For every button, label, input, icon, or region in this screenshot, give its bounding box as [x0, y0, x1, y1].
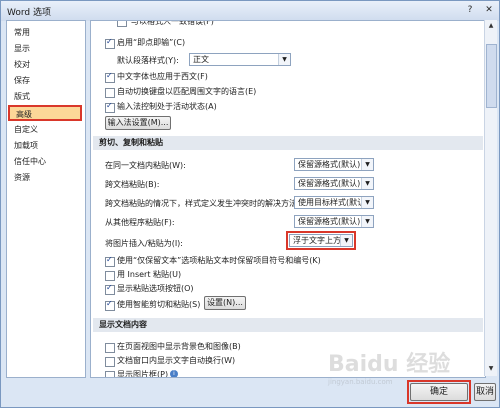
section-show-doc-content: 显示文档内容 — [93, 318, 483, 332]
chevron-down-icon: ▼ — [361, 216, 373, 227]
sidebar-item-advanced[interactable]: 高级 — [8, 105, 82, 121]
label-style-conflict: 跨文档粘贴的情况下，样式定义发生冲突时的解决方法(E): — [105, 199, 311, 208]
checkbox-click-and-type[interactable] — [105, 37, 115, 49]
sidebar-item-customize[interactable]: 自定义 — [8, 122, 82, 138]
default-style-select[interactable]: 正文 ▼ — [189, 53, 291, 66]
title-bar: Word 选项 ? ✕ — [1, 1, 499, 21]
highlight-insert-picture — [286, 231, 356, 250]
chevron-down-icon: ▼ — [361, 178, 373, 189]
label-wrap-text: 文档窗口内显示文字自动换行(W) — [117, 356, 236, 365]
smart-cut-settings-button[interactable]: 设置(N)... — [204, 296, 246, 310]
sidebar-item-resources[interactable]: 资源 — [8, 170, 82, 186]
chevron-down-icon: ▼ — [361, 159, 373, 170]
label-smart-cut-paste: 使用智能剪切和粘贴(S) — [117, 300, 201, 309]
ime-settings-button[interactable]: 输入法设置(M)... — [105, 116, 171, 130]
paste-cross-doc-select[interactable]: 保留源格式(默认) ▼ — [294, 177, 374, 190]
label-top-cut: 与以格式人一致错误(F) — [131, 20, 214, 26]
watermark-text: Baidu 经验 — [328, 352, 451, 377]
label-auto-switch-kb: 自动切换键盘以匹配周围文字的语言(E) — [117, 87, 257, 96]
sidebar-item-proofing[interactable]: 校对 — [8, 57, 82, 73]
checkbox-show-paste-options[interactable] — [105, 283, 115, 295]
sidebar-item-display[interactable]: 显示 — [8, 41, 82, 57]
label-show-placeholders: 显示图片框(P) — [117, 370, 169, 378]
checkbox-show-background[interactable] — [105, 343, 115, 353]
style-conflict-select[interactable]: 使用目标样式(默认) ▼ — [294, 196, 374, 209]
checkbox-auto-switch-kb[interactable] — [105, 88, 115, 98]
label-paste-same-doc: 在同一文档内粘贴(W): — [105, 161, 186, 170]
checkbox-insert-key-paste[interactable] — [105, 271, 115, 281]
checkbox-show-placeholders[interactable] — [105, 371, 115, 377]
label-click-and-type: 启用“即点即输”(C) — [117, 38, 186, 47]
sidebar-item-common[interactable]: 常用 — [8, 25, 82, 41]
sidebar-item-typography[interactable]: 版式 — [8, 89, 82, 105]
vertical-scrollbar[interactable]: ▲ ▼ — [484, 20, 497, 376]
checkbox-ime-active[interactable] — [105, 101, 115, 113]
info-icon: i — [170, 370, 178, 377]
checkbox-smart-cut-paste[interactable] — [105, 299, 115, 311]
close-button[interactable]: ✕ — [482, 4, 496, 17]
cancel-button[interactable]: 取消 — [474, 383, 496, 401]
paste-other-program-select[interactable]: 保留源格式(默认) ▼ — [294, 215, 374, 228]
label-show-background: 在页面视图中显示背景色和图像(B) — [117, 342, 241, 351]
sidebar: 常用 显示 校对 保存 版式 高级 自定义 加载项 信任中心 资源 — [6, 20, 86, 378]
checkbox-keep-bullets[interactable] — [105, 255, 115, 267]
scroll-down-icon[interactable]: ▼ — [486, 364, 496, 374]
options-content: 与以格式人一致错误(F) 启用“即点即输”(C) 默认段落样式(Y): 正文 ▼… — [90, 20, 486, 378]
style-conflict-value: 使用目标样式(默认) — [298, 198, 369, 207]
checkbox-top-cut[interactable] — [117, 21, 127, 27]
paste-cross-doc-value: 保留源格式(默认) — [298, 179, 361, 188]
section-cut-copy-paste: 剪切、复制和粘贴 — [93, 136, 483, 150]
label-insert-key-paste: 用 Insert 粘贴(U) — [117, 270, 182, 279]
default-style-value: 正文 — [193, 55, 209, 64]
help-button[interactable]: ? — [463, 4, 477, 17]
paste-other-program-value: 保留源格式(默认) — [298, 217, 361, 226]
checkbox-wrap-text[interactable] — [105, 357, 115, 367]
scrollbar-thumb[interactable] — [486, 44, 497, 108]
chevron-down-icon: ▼ — [361, 197, 373, 208]
highlight-ok — [407, 380, 471, 404]
label-ime-active: 输入法控制处于活动状态(A) — [117, 102, 217, 111]
label-show-paste-options: 显示粘贴选项按钮(O) — [117, 284, 194, 293]
paste-same-doc-value: 保留源格式(默认) — [298, 160, 361, 169]
label-insert-picture-as: 将图片插入/粘贴为(I): — [105, 239, 183, 248]
sidebar-item-trust-center[interactable]: 信任中心 — [8, 154, 82, 170]
paste-same-doc-select[interactable]: 保留源格式(默认) ▼ — [294, 158, 374, 171]
label-paste-other-program: 从其他程序粘贴(F): — [105, 218, 175, 227]
sidebar-item-addins[interactable]: 加载项 — [8, 138, 82, 154]
label-default-style: 默认段落样式(Y): — [117, 56, 179, 65]
sidebar-item-save[interactable]: 保存 — [8, 73, 82, 89]
label-zh-font-western: 中文字体也应用于西文(F) — [117, 72, 208, 81]
scroll-up-icon[interactable]: ▲ — [486, 21, 496, 31]
window-title: Word 选项 — [7, 8, 51, 18]
chevron-down-icon: ▼ — [278, 54, 290, 65]
label-keep-bullets: 使用“仅保留文本”选项粘贴文本时保留项目符号和编号(K) — [117, 256, 321, 265]
label-paste-cross-doc: 跨文档粘贴(B): — [105, 180, 160, 189]
checkbox-zh-font-western[interactable] — [105, 71, 115, 83]
